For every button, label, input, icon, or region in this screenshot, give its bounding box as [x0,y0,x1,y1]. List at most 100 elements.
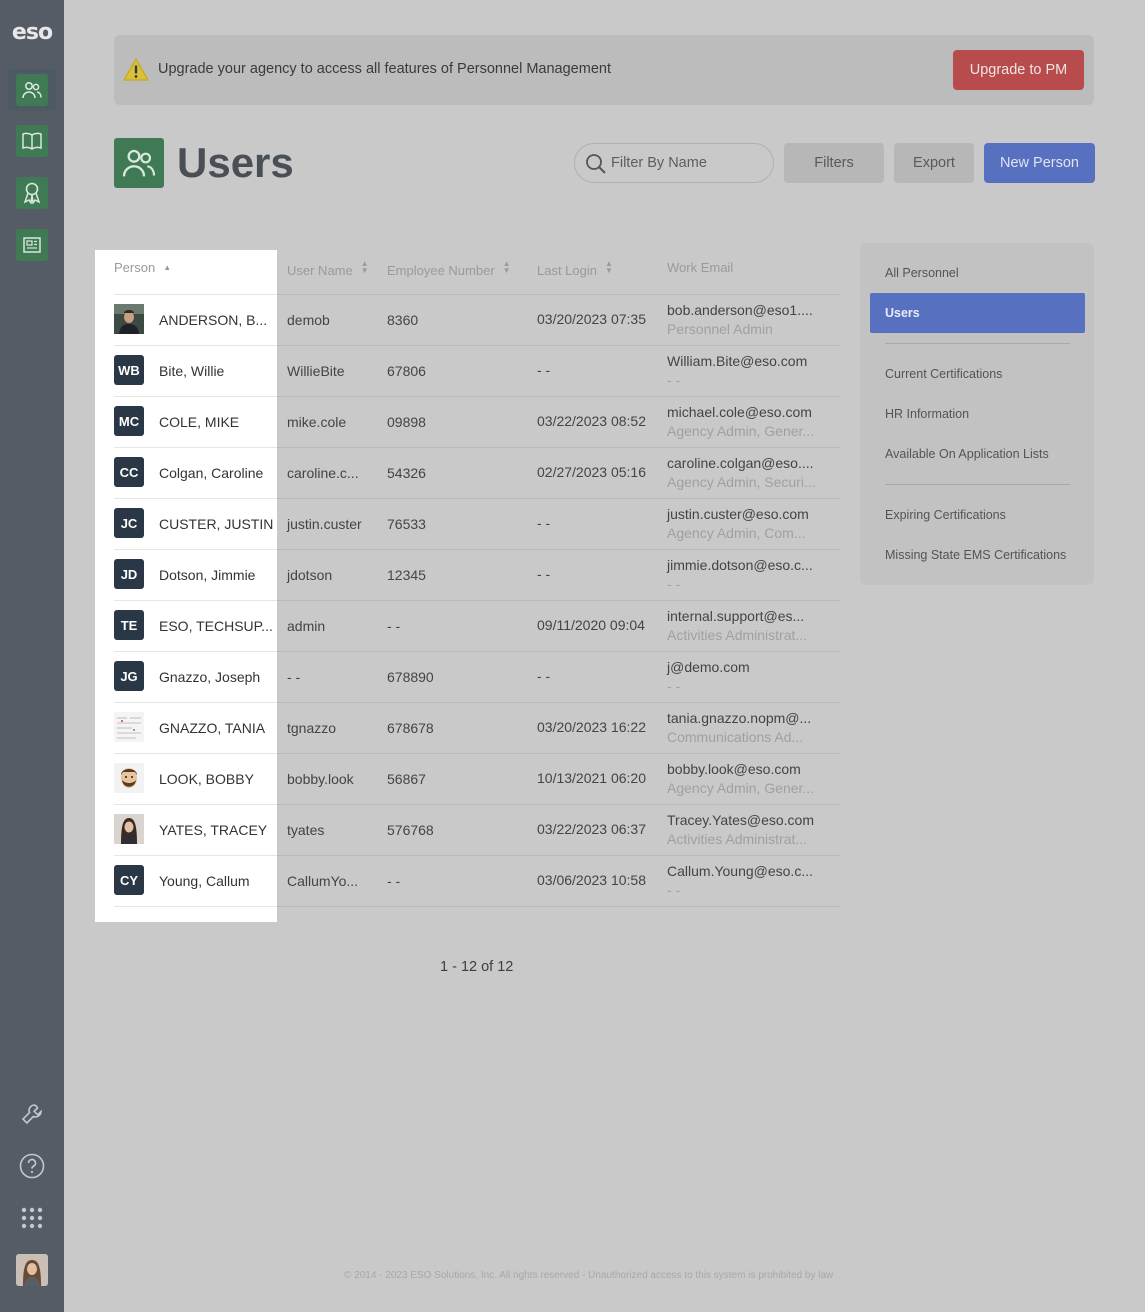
row-divider [277,396,840,397]
last-login: - - [537,515,551,531]
user-roles: Agency Admin, Gener... [667,423,815,439]
settings-wrench[interactable] [16,1098,48,1130]
banner-text: Upgrade your agency to access all featur… [158,61,611,77]
user-name: tgnazzo [287,720,337,736]
work-email: bobby.look@eso.com [667,761,801,777]
wrench-icon [21,1104,42,1125]
person-name[interactable]: COLE, MIKE [159,414,239,430]
avatar [114,712,144,742]
personnel-filter-panel: All Personnel Users Current Certificatio… [860,243,1094,585]
work-email: Tracey.Yates@eso.com [667,812,814,828]
work-email: j@demo.com [667,659,750,675]
nav-certifications[interactable] [8,172,56,214]
panel-item-missing-ems-certifications[interactable]: Missing State EMS Certifications [885,548,1066,562]
user-roles: Personnel Admin [667,321,773,337]
work-email: tania.gnazzo.nopm@... [667,710,812,726]
nav-users[interactable] [8,69,56,111]
row-divider [114,498,277,499]
panel-item-application-lists[interactable]: Available On Application Lists [885,447,1049,461]
nav-training[interactable] [8,120,56,162]
row-divider [277,906,840,907]
user-name: jdotson [287,567,333,583]
employee-number: 67806 [387,363,426,379]
row-divider [114,345,277,346]
employee-number: 678678 [387,720,434,736]
person-name[interactable]: Bite, Willie [159,363,224,379]
new-person-button[interactable]: New Person [984,143,1095,183]
header-last-login[interactable]: Last Login ▲ ▼ [537,259,613,279]
person-name[interactable]: ANDERSON, B... [159,312,267,328]
panel-divider [885,343,1070,344]
person-name[interactable]: Dotson, Jimmie [159,567,255,583]
person-name[interactable]: YATES, TRACEY [159,822,267,838]
work-email: jimmie.dotson@eso.c... [667,557,813,573]
export-button[interactable]: Export [894,143,974,183]
book-icon [22,132,42,150]
user-name: demob [287,312,330,328]
sort-asc-icon: ▲ [163,263,172,272]
user-roles: Activities Administrat... [667,831,808,847]
last-login: - - [537,668,551,684]
avatar: JD [114,559,144,589]
panel-divider [885,484,1070,485]
nav-news[interactable] [8,224,56,266]
user-roles: Agency Admin, Securi... [667,474,816,490]
panel-item-all-personnel[interactable]: All Personnel [885,266,959,280]
avatar: WB [114,355,144,385]
row-divider [277,294,840,295]
avatar: JC [114,508,144,538]
avatar [114,814,144,844]
user-avatar[interactable] [16,1254,48,1286]
users-icon [122,149,156,177]
user-name: CallumYo... [287,873,359,889]
avatar: CY [114,865,144,895]
header-employee-number[interactable]: Employee Number ▲ ▼ [387,260,511,279]
row-divider [114,651,277,652]
person-name[interactable]: CUSTER, JUSTIN [159,516,273,532]
panel-item-expiring-certifications[interactable]: Expiring Certifications [885,508,1006,522]
header-person[interactable]: Person ▲ [114,260,171,275]
panel-item-hr-information[interactable]: HR Information [885,407,969,421]
row-divider [277,753,840,754]
search-box[interactable] [574,143,774,183]
person-name[interactable]: GNAZZO, TANIA [159,720,265,736]
work-email: bob.anderson@eso1.... [667,302,813,318]
person-name[interactable]: Colgan, Caroline [159,465,263,481]
row-divider [277,702,840,703]
work-email: Callum.Young@eso.c... [667,863,813,879]
upgrade-button[interactable]: Upgrade to PM [953,50,1084,90]
newspaper-icon [23,237,41,253]
employee-number: 54326 [387,465,426,481]
panel-item-current-certifications[interactable]: Current Certifications [885,367,1002,381]
person-name[interactable]: ESO, TECHSUP... [159,618,273,634]
avatar: CC [114,457,144,487]
work-email: internal.support@es... [667,608,805,624]
search-input[interactable] [611,152,761,174]
user-name: - - [287,669,301,685]
row-divider [277,804,840,805]
header-username[interactable]: User Name ▲ ▼ [287,260,369,279]
users-icon [22,81,42,99]
person-name[interactable]: LOOK, BOBBY [159,771,254,787]
eso-logo[interactable]: eso [0,20,64,45]
employee-number: 8360 [387,312,419,328]
apps-button[interactable] [16,1202,48,1234]
employee-number: 576768 [387,822,434,838]
work-email: michael.cole@eso.com [667,404,812,420]
user-name: admin [287,618,326,634]
person-name[interactable]: Gnazzo, Joseph [159,669,260,685]
help-button[interactable] [16,1150,48,1182]
sort-icon: ▲ ▼ [605,259,613,275]
last-login: 03/20/2023 16:22 [537,719,646,735]
person-name[interactable]: Young, Callum [159,873,250,889]
row-divider [114,702,277,703]
header-work-email: Work Email [667,260,734,275]
employee-number: 678890 [387,669,434,685]
avatar: MC [114,406,144,436]
filters-button[interactable]: Filters [784,143,884,183]
last-login: 03/22/2023 08:52 [537,413,646,429]
row-divider [114,855,277,856]
user-roles: Communications Ad... [667,729,804,745]
panel-item-users[interactable]: Users [870,293,1085,333]
employee-number: 12345 [387,567,426,583]
